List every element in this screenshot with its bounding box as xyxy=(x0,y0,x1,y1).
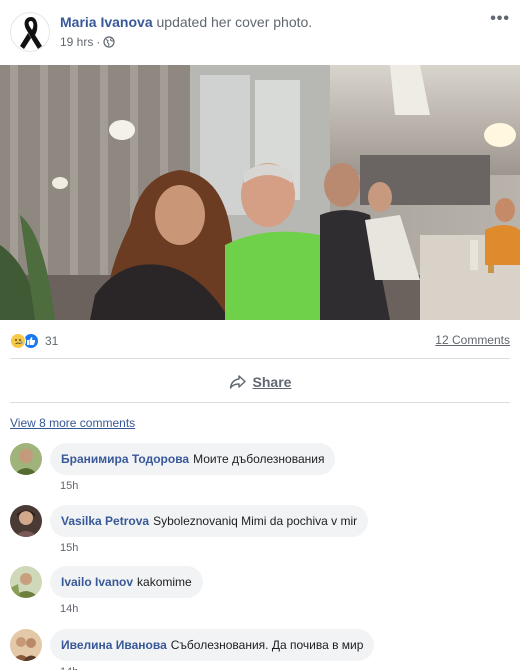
author-name-link[interactable]: Maria Ivanova xyxy=(60,14,153,30)
view-more-comments-link[interactable]: View 8 more comments xyxy=(10,416,135,430)
comment-item: Ivailo Ivanov kakomime 14h xyxy=(10,566,510,620)
cover-photo-image xyxy=(0,65,520,320)
comment-time[interactable]: 15h xyxy=(60,480,78,492)
comment-bubble: Ивелина Иванова Съболезнования. Да почив… xyxy=(50,629,375,661)
post-timestamp[interactable]: 19 hrs xyxy=(60,35,93,49)
comment-text: kakomime xyxy=(137,575,192,589)
comment-text: Syboleznovaniq Mimi da pochiva v mir xyxy=(153,514,358,528)
commenter-avatar[interactable] xyxy=(10,443,42,475)
commenter-name-link[interactable]: Ивелина Иванова xyxy=(61,638,167,652)
comments-count-link[interactable]: 12 Comments xyxy=(435,333,510,347)
reaction-count: 31 xyxy=(45,334,59,348)
post-headline: Maria Ivanova updated her cover photo. xyxy=(60,14,312,30)
post-action-text: updated her cover photo. xyxy=(156,14,313,30)
comment-time[interactable]: 14h xyxy=(60,603,78,615)
commenter-avatar[interactable] xyxy=(10,505,42,537)
globe-icon xyxy=(103,36,115,48)
black-ribbon-icon xyxy=(20,17,42,49)
post-options-button[interactable]: ••• xyxy=(490,10,510,28)
share-arrow-icon xyxy=(229,375,246,389)
commenter-avatar[interactable] xyxy=(10,566,42,598)
post-meta: 19 hrs · xyxy=(60,35,115,49)
divider xyxy=(10,402,510,403)
comment-time[interactable]: 15h xyxy=(60,542,78,554)
sad-reaction-icon xyxy=(10,333,26,349)
meta-separator: · xyxy=(96,35,101,49)
comment-item: Vasilka Petrova Syboleznovaniq Mimi da p… xyxy=(10,505,510,559)
commenter-avatar[interactable] xyxy=(10,629,42,661)
author-avatar[interactable] xyxy=(10,12,50,52)
comment-text: Съболезнования. Да почива в мир xyxy=(170,638,364,652)
comment-item: Бранимира Тодорова Моите дъболезнования … xyxy=(10,443,510,497)
commenter-name-link[interactable]: Бранимира Тодорова xyxy=(61,452,189,466)
comment-time[interactable]: 14h xyxy=(60,666,78,670)
cover-photo[interactable] xyxy=(0,65,520,320)
comment-bubble: Ivailo Ivanov kakomime xyxy=(50,566,203,598)
commenter-name-link[interactable]: Vasilka Petrova xyxy=(61,514,149,528)
comment-bubble: Бранимира Тодорова Моите дъболезнования xyxy=(50,443,336,475)
commenter-name-link[interactable]: Ivailo Ivanov xyxy=(61,575,133,589)
comment-bubble: Vasilka Petrova Syboleznovaniq Mimi da p… xyxy=(50,505,369,537)
share-button[interactable]: Share xyxy=(0,370,520,394)
share-label: Share xyxy=(252,374,292,390)
post-header: Maria Ivanova updated her cover photo. 1… xyxy=(0,0,520,64)
comment-item: Ивелина Иванова Съболезнования. Да почив… xyxy=(10,629,510,670)
divider xyxy=(10,358,510,359)
comment-text: Моите дъболезнования xyxy=(193,452,325,466)
reactions-summary[interactable]: 31 xyxy=(10,332,58,350)
